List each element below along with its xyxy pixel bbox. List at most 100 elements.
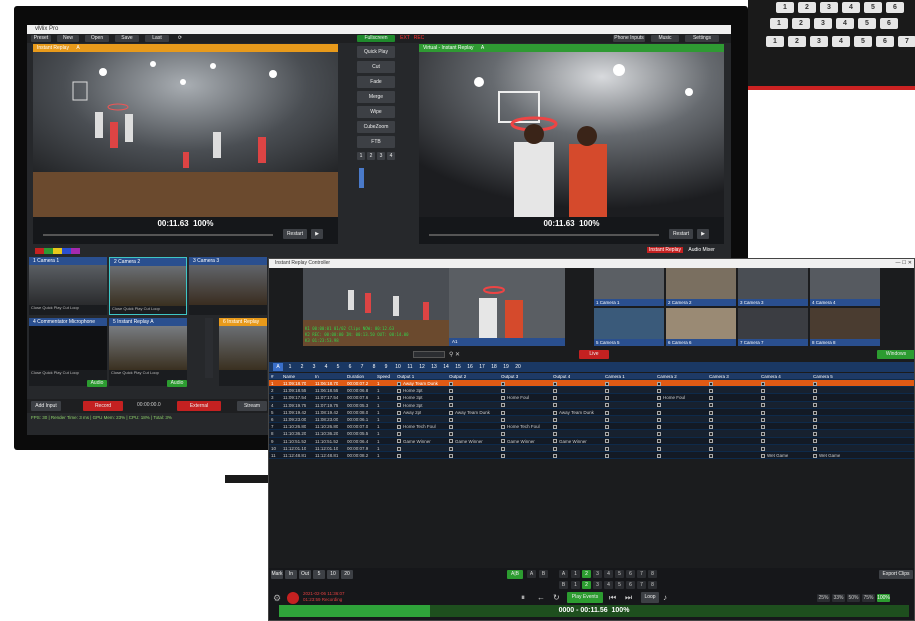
input-3[interactable]: 3 Camera 3 (189, 257, 267, 315)
live-button[interactable]: Live (579, 350, 609, 359)
event-cell-output[interactable] (501, 452, 507, 459)
event-cell-output[interactable] (449, 402, 455, 409)
menu-save[interactable]: Save (115, 35, 139, 42)
event-tab[interactable]: 17 (477, 363, 487, 371)
event-cell-output[interactable] (605, 430, 611, 437)
stream-button[interactable]: Stream (237, 401, 267, 411)
speed-preset-button[interactable]: 100% (877, 594, 890, 602)
camera-select-key[interactable]: 1 (571, 581, 580, 589)
event-cell-output[interactable] (501, 445, 507, 452)
event-cell-output[interactable]: Away Team Dunk (397, 380, 438, 387)
event-cell-output[interactable] (813, 423, 819, 430)
event-cell-output[interactable] (449, 445, 455, 452)
search-icon[interactable]: ⚲ ✕ (449, 351, 460, 358)
event-cell-output[interactable] (553, 387, 559, 394)
event-cell-output[interactable]: Home 3pt (397, 402, 423, 409)
event-cell-output[interactable] (553, 416, 559, 423)
event-cell-output[interactable] (605, 438, 611, 445)
transition-ftb[interactable]: FTB (357, 136, 395, 148)
event-cell-output[interactable] (657, 416, 663, 423)
transition-num-1[interactable]: 1 (357, 152, 365, 160)
camera-select-key[interactable]: 2 (582, 570, 591, 578)
event-row[interactable]: 1 11:09:18.70 11:06:18.70 00:00:07.2 1 Away T… (269, 380, 914, 388)
event-tab[interactable]: 1 (285, 363, 295, 371)
record-icon[interactable] (287, 592, 299, 604)
event-cell-output[interactable]: Home Foul (501, 394, 529, 401)
speed-preset-button[interactable]: 33% (832, 594, 845, 602)
event-cell-output[interactable] (761, 430, 767, 437)
input-audio-button-1[interactable]: Audio (87, 380, 107, 387)
previous-icon[interactable]: ⏮ (609, 593, 616, 603)
event-cell-output[interactable]: Away Team Dunk (449, 409, 490, 416)
event-cell-output[interactable] (709, 423, 715, 430)
event-tab[interactable]: 16 (465, 363, 475, 371)
play-events-button[interactable]: Play Events (567, 592, 603, 603)
event-cell-output[interactable] (605, 409, 611, 416)
input-6[interactable]: 6 Instant Replay (219, 318, 267, 386)
event-row[interactable]: 10 11:12:01.10 11:12:01.10 00:00:07.9 1 (269, 444, 914, 452)
event-row[interactable]: 2 11:09:18.55 11:06:18.55 00:00:06.8 1 Home 3… (269, 387, 914, 395)
pause-icon[interactable]: ⏸ (521, 593, 525, 603)
event-cell-output[interactable] (709, 402, 715, 409)
event-cell-output[interactable] (709, 380, 715, 387)
camera-select-key[interactable]: 8 (648, 570, 657, 578)
event-cell-output[interactable] (813, 402, 819, 409)
windows-button[interactable]: Windows (877, 350, 914, 359)
event-row[interactable]: 6 11:09:23.00 11:08:23.00 00:00:06.1 1 (269, 416, 914, 424)
camera-tile[interactable]: 7 Camera 7 (738, 308, 808, 346)
event-cell-output[interactable]: Away 2pt (397, 409, 421, 416)
event-cell-output[interactable]: Wet Game (813, 452, 840, 459)
event-cell-output[interactable] (761, 416, 767, 423)
event-cell-output[interactable] (605, 394, 611, 401)
event-row[interactable]: 8 11:10:36.20 11:10:36.20 00:00:05.5 1 (269, 430, 914, 438)
event-cell-output[interactable] (605, 416, 611, 423)
transition-num-3[interactable]: 3 (377, 152, 385, 160)
event-tab[interactable]: 13 (429, 363, 439, 371)
event-cell-output[interactable] (657, 445, 663, 452)
transition-cubezoom[interactable]: CubeZoom (357, 121, 395, 133)
event-cell-output[interactable] (553, 394, 559, 401)
input-1-controls[interactable]: Close Quick Play Cut Loop (29, 305, 107, 310)
audio-fader[interactable] (205, 318, 213, 378)
camera-tile[interactable]: 2 Camera 2 (666, 268, 736, 306)
next-icon[interactable]: ⏭ (625, 593, 632, 603)
menu-last[interactable]: Last (145, 35, 169, 42)
event-row[interactable]: 11 11:12:48.81 11:12:48.81 00:00:08.2 1 Wet G… (269, 452, 914, 460)
back-arrow-icon[interactable]: ← (537, 593, 545, 602)
event-cell-output[interactable] (501, 402, 507, 409)
event-cell-output[interactable] (501, 430, 507, 437)
event-cell-output[interactable] (813, 394, 819, 401)
t-bar-slider[interactable] (359, 168, 364, 188)
color-tags[interactable] (35, 248, 95, 254)
event-cell-output[interactable] (657, 402, 663, 409)
event-cell-output[interactable] (605, 402, 611, 409)
event-cell-output[interactable]: Home Foul (657, 394, 685, 401)
event-cell-output[interactable] (761, 394, 767, 401)
event-row[interactable]: 4 11:09:19.75 11:07:19.75 00:00:05.3 1 Home 3… (269, 401, 914, 409)
event-cell-output[interactable]: Home 3pt (397, 387, 423, 394)
fullscreen-button[interactable]: Fullscreen (357, 35, 395, 42)
event-cell-output[interactable]: Game Winner (501, 438, 535, 445)
event-tab[interactable]: 2 (297, 363, 307, 371)
event-tab[interactable]: A (273, 363, 283, 371)
input-5[interactable]: 5 Instant Replay A Close Quick Play Cut … (109, 318, 187, 386)
event-row[interactable]: 9 11:10:51.52 11:10:51.52 00:00:06.4 1 Game W… (269, 437, 914, 445)
menu-preset[interactable]: Preset (31, 35, 51, 42)
external-button[interactable]: External (177, 401, 221, 411)
event-cell-output[interactable] (501, 387, 507, 394)
export-clips-button[interactable]: Export Clips (879, 570, 913, 579)
camera-select-key[interactable]: 7 (637, 581, 646, 589)
event-tab[interactable]: 12 (417, 363, 427, 371)
event-cell-output[interactable] (709, 409, 715, 416)
event-cell-output[interactable] (761, 387, 767, 394)
event-tab[interactable]: 6 (345, 363, 355, 371)
camera-tile[interactable]: 5 Camera 5 (594, 308, 664, 346)
event-cell-output[interactable] (553, 452, 559, 459)
event-tab[interactable]: 5 (333, 363, 343, 371)
event-cell-output[interactable] (449, 416, 455, 423)
camera-select-key[interactable]: 1 (571, 570, 580, 578)
event-cell-output[interactable] (605, 445, 611, 452)
event-cell-output[interactable] (761, 409, 767, 416)
event-row[interactable]: 5 11:09:19.42 11:08:19.42 00:00:08.0 1 Away 2… (269, 408, 914, 416)
event-cell-output[interactable] (813, 445, 819, 452)
